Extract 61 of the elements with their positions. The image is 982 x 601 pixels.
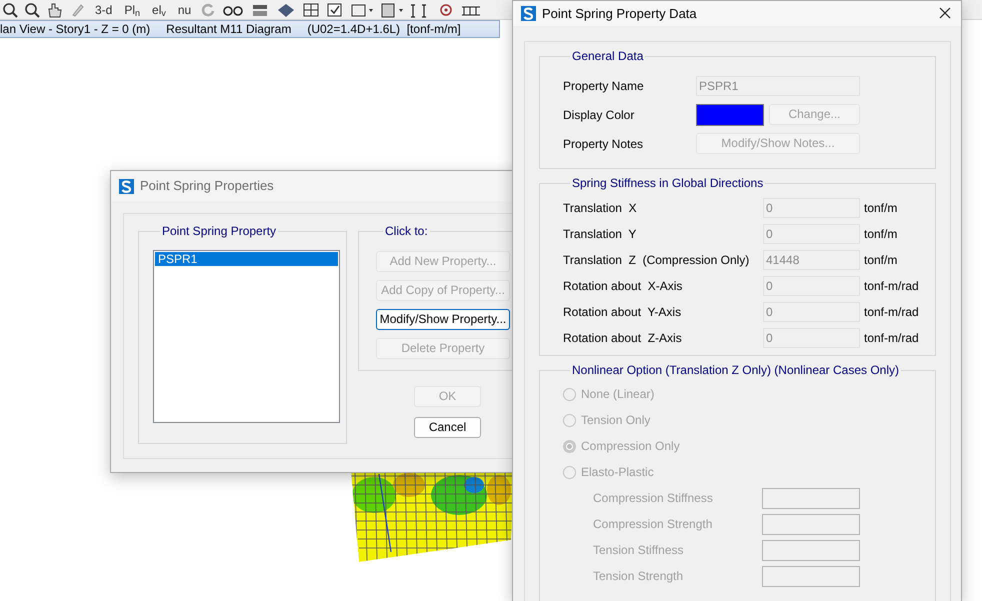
field-label: Rotation about Z-Axis (563, 330, 683, 347)
field-label: Translation Y (563, 226, 638, 243)
unit-label: tonf/m (864, 200, 898, 217)
color-swatch[interactable] (696, 104, 764, 126)
text-field[interactable]: 41448 (763, 250, 860, 270)
field-label: Translation Z (Compression Only) (563, 252, 750, 269)
field-label: Property Notes (563, 136, 644, 152)
unit-label: tonf-m/rad (864, 278, 919, 295)
diamond-icon[interactable] (276, 2, 296, 18)
target-icon[interactable] (438, 2, 454, 18)
text-field[interactable] (762, 540, 860, 561)
field-label: Display Color (563, 106, 636, 124)
hand-icon[interactable] (46, 2, 64, 18)
field-label: Tension Stiffness (593, 542, 684, 560)
list-item[interactable]: PSPR1 (155, 252, 338, 266)
window-title: Point Spring Properties (140, 177, 274, 196)
tab-title: (U02=1.4D+1.6L) [tonf-m/m] (307, 21, 461, 38)
unit-label: tonf/m (864, 226, 898, 243)
checkbox-icon[interactable] (326, 2, 344, 18)
field-label: Compression Stiffness (593, 490, 714, 508)
view-tab[interactable]: lan View - Story1 - Z = 0 (m) Resultant M11 Diagram (U02=1.4D+1.6L) [tonf-m/m] (0, 20, 500, 38)
group-title: Spring Stiffness in Global Directions (570, 176, 766, 189)
unit-label: tonf-m/rad (864, 304, 919, 321)
field-label: Compression Strength (593, 516, 714, 534)
group-title: General Data (570, 50, 646, 62)
property-list[interactable]: PSPR1 (153, 250, 340, 423)
app-logo-icon (119, 178, 134, 194)
text-field[interactable]: 0 (763, 328, 860, 348)
action-button[interactable]: Modify/Show Property... (376, 309, 510, 330)
field-label: Rotation about X-Axis (563, 278, 684, 295)
text-field[interactable] (762, 514, 860, 535)
group-title: Point Spring Property (160, 225, 278, 237)
grid-icon[interactable] (302, 2, 320, 18)
text-field[interactable] (762, 488, 860, 509)
close-icon[interactable] (939, 7, 951, 19)
app-logo-icon (521, 6, 536, 21)
group-title: Click to: (383, 225, 430, 237)
zoom-icon[interactable] (2, 2, 18, 18)
window-title: Point Spring Property Data (542, 4, 697, 23)
toolbar-button[interactable]: el$_{v}$ (149, 0, 169, 18)
tab-title: Resultant M11 Diagram (166, 21, 292, 38)
field-label: Property Name (563, 78, 645, 94)
group-title: Nonlinear Option (Translation Z Only) (Nonlinear Cases Only) (570, 364, 902, 376)
toolbar-button[interactable]: nu (174, 0, 194, 18)
text-field[interactable]: 0 (763, 276, 860, 296)
field-label: Translation X (563, 200, 638, 217)
field-label: Rotation about Y-Axis (563, 304, 682, 321)
field-label: Tension Strength (593, 568, 684, 586)
text-field[interactable]: 0 (763, 302, 860, 322)
text-field[interactable]: 0 (763, 198, 860, 218)
unit-label: tonf/m (864, 252, 898, 269)
zoom-icon[interactable] (24, 2, 40, 18)
toolbar-button[interactable]: Pl$_{n}$ (121, 0, 144, 18)
box-icon[interactable] (350, 2, 374, 18)
text-field[interactable]: 0 (763, 224, 860, 244)
toolbar-button[interactable]: 3-d (92, 0, 116, 18)
unit-label: tonf-m/rad (864, 330, 919, 347)
cancel-button[interactable]: Cancel (414, 417, 481, 438)
text-field[interactable] (762, 566, 860, 587)
tab-title: lan View - Story1 - Z = 0 (m) (0, 21, 150, 38)
page-icon[interactable] (380, 2, 404, 18)
